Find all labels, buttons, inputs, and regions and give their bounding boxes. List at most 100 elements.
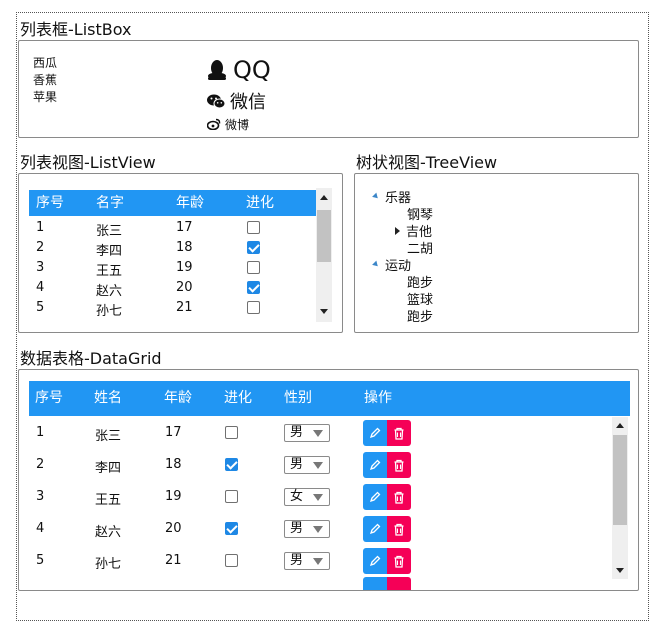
cell-age: 19 bbox=[165, 489, 182, 504]
list-item-weibo[interactable]: 微博 bbox=[207, 115, 271, 133]
list-item[interactable]: 苹果 bbox=[33, 89, 57, 106]
pencil-icon bbox=[369, 523, 381, 535]
evolved-checkbox[interactable] bbox=[225, 426, 238, 439]
evolved-checkbox[interactable] bbox=[225, 522, 238, 535]
pencil-icon bbox=[369, 427, 381, 439]
listview-scrollbar[interactable] bbox=[316, 188, 332, 322]
cell-age: 19 bbox=[176, 260, 193, 275]
cell-name: 王五 bbox=[95, 493, 122, 508]
expanded-triangle-icon[interactable] bbox=[372, 260, 380, 269]
cell-id: 3 bbox=[36, 260, 45, 275]
cell-name: 赵六 bbox=[96, 284, 123, 299]
scroll-up-arrow-icon[interactable] bbox=[320, 195, 328, 200]
column-header[interactable]: 操作 bbox=[364, 381, 392, 416]
evolved-checkbox[interactable] bbox=[247, 281, 260, 294]
cell-name: 张三 bbox=[95, 429, 122, 444]
column-header[interactable]: 序号 bbox=[35, 381, 63, 416]
gender-select[interactable]: 男 bbox=[284, 424, 330, 442]
evolved-checkbox[interactable] bbox=[225, 490, 238, 503]
datagrid-title: 数据表格-DataGrid bbox=[20, 349, 162, 368]
column-header[interactable]: 进化 bbox=[224, 381, 252, 416]
cell-age: 20 bbox=[165, 521, 182, 536]
treeview-title: 树状视图-TreeView bbox=[356, 153, 498, 172]
cell-name: 李四 bbox=[95, 461, 122, 476]
evolved-checkbox[interactable] bbox=[225, 458, 238, 471]
edit-button[interactable] bbox=[363, 516, 387, 542]
column-header[interactable]: 名字 bbox=[96, 190, 124, 216]
weibo-label: 微博 bbox=[225, 117, 250, 132]
evolved-checkbox[interactable] bbox=[247, 241, 260, 254]
chevron-down-icon bbox=[313, 494, 323, 501]
evolved-checkbox[interactable] bbox=[247, 221, 260, 234]
listbox[interactable]: 西瓜 香蕉 苹果 QQ 微信 微博 bbox=[18, 40, 639, 138]
scrollbar-thumb[interactable] bbox=[317, 210, 331, 262]
tree-node-instruments[interactable]: 乐器 bbox=[372, 187, 411, 206]
trash-icon bbox=[394, 555, 404, 568]
cell-id: 4 bbox=[36, 280, 45, 295]
delete-button[interactable] bbox=[387, 420, 411, 446]
evolved-checkbox[interactable] bbox=[247, 261, 260, 274]
list-item[interactable]: 西瓜 bbox=[33, 55, 57, 72]
edit-button[interactable] bbox=[363, 420, 387, 446]
treeview[interactable]: 乐器 钢琴 吉他 二胡 运动 跑步 篮球 跑步 bbox=[354, 173, 639, 333]
scroll-up-arrow-icon[interactable] bbox=[616, 423, 624, 428]
cell-name: 王五 bbox=[96, 264, 123, 279]
cell-name: 孙七 bbox=[95, 557, 122, 572]
column-header[interactable]: 年龄 bbox=[164, 381, 192, 416]
listview-header: 序号 名字 年龄 进化 bbox=[29, 190, 329, 216]
cell-name: 张三 bbox=[96, 224, 123, 239]
tree-node[interactable]: 跑步 bbox=[407, 306, 433, 325]
pencil-icon bbox=[369, 555, 381, 567]
cell-id: 1 bbox=[36, 220, 45, 235]
listview[interactable]: 序号 名字 年龄 进化 1 张三 17 2 李四 18 3 王五 19 4 赵六 20 5 孙七 21 bbox=[18, 173, 343, 333]
gender-value: 女 bbox=[290, 489, 304, 504]
scroll-down-arrow-icon[interactable] bbox=[320, 309, 328, 314]
delete-button[interactable] bbox=[387, 548, 411, 574]
listview-title: 列表视图-ListView bbox=[20, 153, 156, 172]
evolved-checkbox[interactable] bbox=[247, 301, 260, 314]
cell-name: 李四 bbox=[96, 244, 123, 259]
edit-button[interactable] bbox=[363, 452, 387, 478]
column-header[interactable]: 姓名 bbox=[94, 381, 122, 416]
gender-select[interactable]: 男 bbox=[284, 520, 330, 538]
datagrid-scrollbar[interactable] bbox=[612, 417, 628, 579]
edit-button[interactable] bbox=[363, 484, 387, 510]
listbox-rich-items: QQ 微信 微博 bbox=[207, 55, 271, 133]
qq-label: QQ bbox=[233, 56, 271, 84]
gender-select[interactable]: 男 bbox=[284, 552, 330, 570]
scrollbar-thumb[interactable] bbox=[613, 435, 627, 525]
expanded-triangle-icon[interactable] bbox=[372, 192, 380, 201]
list-item-wechat[interactable]: 微信 bbox=[207, 87, 271, 115]
column-header[interactable]: 性别 bbox=[284, 381, 312, 416]
column-header[interactable]: 序号 bbox=[36, 190, 64, 216]
cell-age: 17 bbox=[165, 425, 182, 440]
datagrid-header: 序号 姓名 年龄 进化 性别 操作 bbox=[29, 381, 630, 416]
list-item[interactable]: 香蕉 bbox=[33, 72, 57, 89]
datagrid[interactable]: 序号 姓名 年龄 进化 性别 操作 1 张三 17 男 2 李四 18 男 3 王五 19 女 4 赵六 2… bbox=[18, 369, 639, 591]
cell-id: 3 bbox=[36, 489, 45, 504]
cell-id: 4 bbox=[36, 521, 45, 536]
delete-button[interactable] bbox=[387, 452, 411, 478]
collapsed-triangle-icon[interactable] bbox=[395, 226, 400, 235]
gender-value: 男 bbox=[290, 425, 304, 440]
scroll-down-arrow-icon[interactable] bbox=[616, 568, 624, 573]
cell-age: 18 bbox=[165, 457, 182, 472]
trash-icon bbox=[394, 427, 404, 440]
gender-select[interactable]: 女 bbox=[284, 488, 330, 506]
chevron-down-icon bbox=[313, 462, 323, 469]
delete-button[interactable] bbox=[387, 516, 411, 542]
edit-button[interactable] bbox=[363, 548, 387, 574]
chevron-down-icon bbox=[313, 430, 323, 437]
edit-button[interactable] bbox=[363, 577, 387, 590]
column-header[interactable]: 进化 bbox=[246, 190, 274, 216]
cell-id: 5 bbox=[36, 300, 45, 315]
gender-select[interactable]: 男 bbox=[284, 456, 330, 474]
cell-id: 1 bbox=[36, 425, 45, 440]
delete-button[interactable] bbox=[387, 577, 411, 590]
tree-node-sports[interactable]: 运动 bbox=[372, 255, 411, 274]
column-header[interactable]: 年龄 bbox=[176, 190, 204, 216]
list-item-qq[interactable]: QQ bbox=[207, 55, 271, 85]
pencil-icon bbox=[369, 491, 381, 503]
evolved-checkbox[interactable] bbox=[225, 554, 238, 567]
delete-button[interactable] bbox=[387, 484, 411, 510]
